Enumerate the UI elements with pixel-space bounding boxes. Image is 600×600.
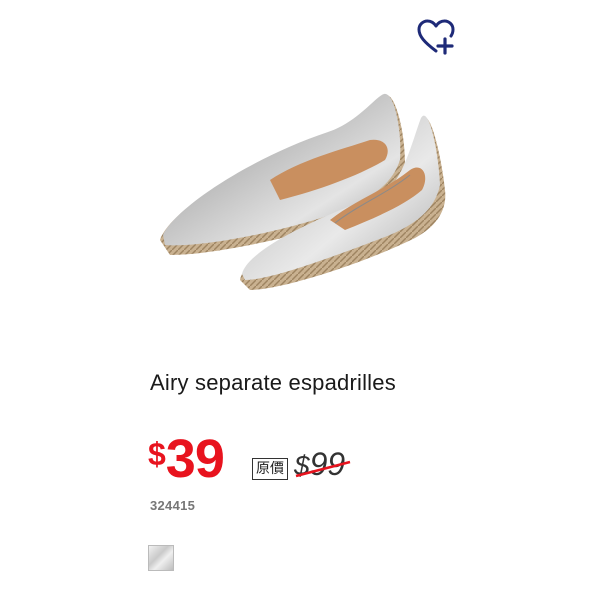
sale-price: $39 — [148, 428, 225, 490]
product-code: 324415 — [150, 498, 196, 513]
original-price: $99 — [294, 446, 345, 483]
product-image[interactable] — [130, 40, 470, 330]
sale-price-amount: 39 — [165, 429, 225, 489]
product-card: Airy separate espadrilles $39 原價 $99 324… — [0, 0, 600, 600]
original-price-badge: 原價 — [252, 458, 288, 480]
espadrilles-photo — [160, 93, 446, 290]
color-swatch-silver[interactable] — [148, 545, 174, 571]
sale-price-currency: $ — [148, 436, 166, 472]
product-name[interactable]: Airy separate espadrilles — [150, 370, 396, 396]
price-row: $39 原價 $99 — [148, 428, 468, 498]
original-price-amount: 99 — [309, 446, 346, 482]
original-price-currency: $ — [294, 450, 310, 481]
